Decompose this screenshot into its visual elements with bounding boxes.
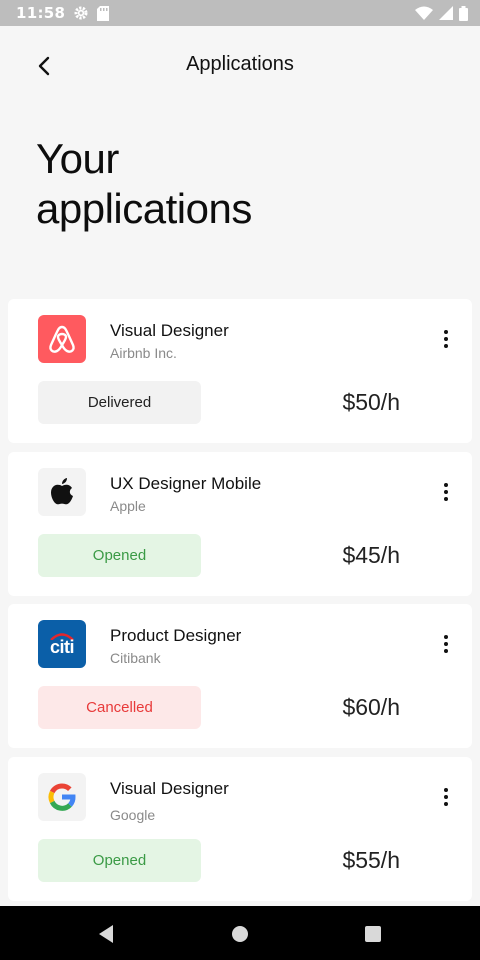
company-name: Google <box>110 807 156 823</box>
job-title: Product Designer <box>110 626 242 645</box>
app-bar: Applications <box>0 26 480 102</box>
more-options-icon[interactable] <box>434 632 458 656</box>
apple-logo <box>38 468 86 516</box>
signal-icon <box>439 6 453 20</box>
header-title: Applications <box>186 52 294 75</box>
status-badge: Opened <box>38 534 201 577</box>
sd-card-icon <box>97 5 110 21</box>
page-title: Your applications <box>36 134 436 234</box>
company-name: Apple <box>110 498 146 514</box>
hourly-rate: $55/h <box>342 847 400 873</box>
application-card[interactable]: citi Product Designer Citibank Cancelled… <box>8 604 472 748</box>
company-name: Airbnb Inc. <box>110 345 177 361</box>
nav-home-button[interactable] <box>229 923 251 945</box>
status-badge: Cancelled <box>38 686 201 729</box>
more-options-icon[interactable] <box>434 327 458 351</box>
back-triangle-icon <box>99 925 113 943</box>
hourly-rate: $50/h <box>342 389 400 415</box>
application-card[interactable]: Visual Designer Airbnb Inc. Delivered $5… <box>8 299 472 443</box>
more-options-icon[interactable] <box>434 480 458 504</box>
company-name: Citibank <box>110 650 161 666</box>
airbnb-logo <box>38 315 86 363</box>
system-navigation-bar <box>0 906 480 960</box>
more-options-icon[interactable] <box>434 785 458 809</box>
status-bar: 11:58 <box>0 0 480 26</box>
citi-logo-text: citi <box>49 637 75 657</box>
page-title-line-1: Your <box>36 135 119 182</box>
wifi-icon <box>415 6 433 20</box>
job-title: Visual Designer <box>110 321 229 340</box>
application-card[interactable]: Visual Designer Google Opened $55/h <box>8 757 472 901</box>
page-title-line-2: applications <box>36 185 252 232</box>
application-card[interactable]: UX Designer Mobile Apple Opened $45/h <box>8 452 472 596</box>
home-circle-icon <box>232 926 248 942</box>
google-logo <box>38 773 86 821</box>
nav-back-button[interactable] <box>95 923 117 945</box>
recents-square-icon <box>365 926 381 942</box>
hourly-rate: $45/h <box>342 542 400 568</box>
status-badge: Opened <box>38 839 201 882</box>
status-time: 11:58 <box>16 4 66 22</box>
back-button[interactable] <box>28 50 60 82</box>
citi-logo: citi <box>38 620 86 668</box>
chevron-left-icon <box>38 56 50 76</box>
nav-recents-button[interactable] <box>362 923 384 945</box>
job-title: UX Designer Mobile <box>110 474 262 493</box>
status-badge: Delivered <box>38 381 201 424</box>
battery-icon <box>459 5 468 21</box>
hourly-rate: $60/h <box>342 694 400 720</box>
job-title: Visual Designer <box>110 779 229 798</box>
settings-icon <box>73 5 89 21</box>
